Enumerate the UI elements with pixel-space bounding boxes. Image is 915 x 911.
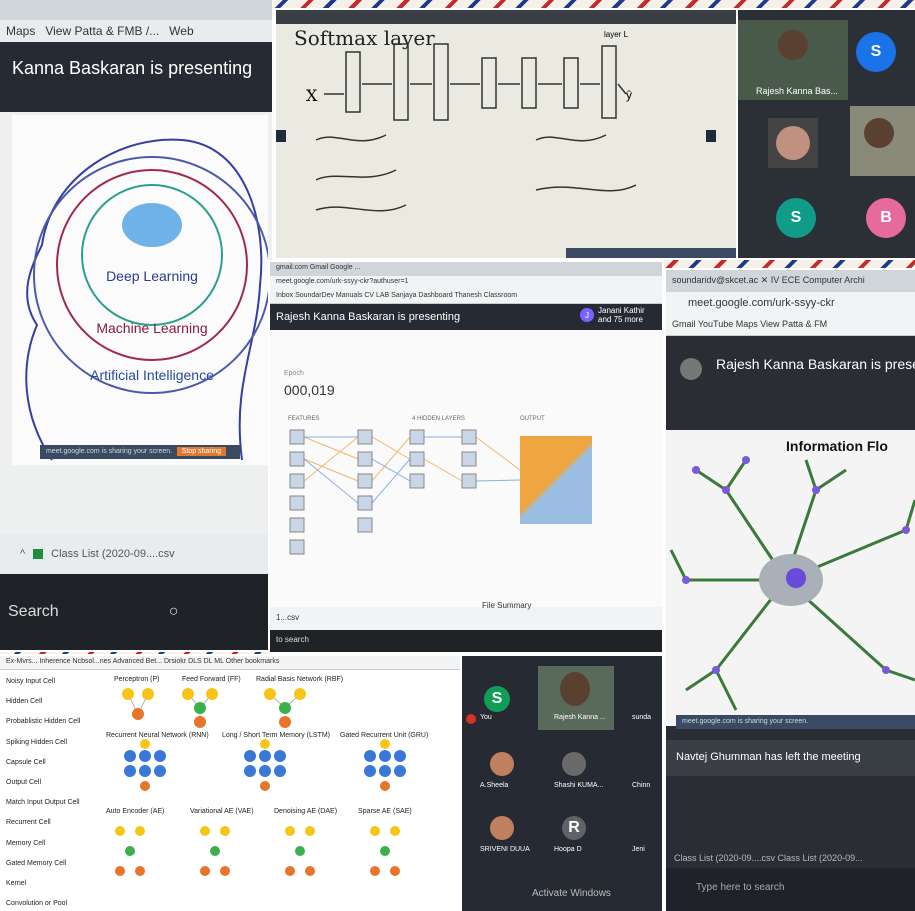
bookmark-maps[interactable]: Maps	[6, 24, 35, 38]
participants-count[interactable]: J Janani Kathir and 75 more	[580, 306, 658, 324]
taskbar-search[interactable]: Type here to search	[666, 868, 915, 911]
participant-name: Jeni	[632, 846, 645, 853]
avatar	[562, 752, 586, 776]
participant-face	[776, 126, 810, 160]
panel-participants: S You Rajesh Kanna ... sunda A.Sheela Sh…	[462, 656, 662, 911]
share-notice: meet.google.com is sharing your screen.	[676, 715, 915, 729]
label-deep-learning: Deep Learning	[106, 268, 198, 284]
download-item[interactable]: Class List (2020-09....csv	[51, 548, 175, 560]
download-item[interactable]: 1...csv	[276, 613, 299, 622]
bookmark-patta[interactable]: View Patta & FMB /...	[45, 24, 159, 38]
video-tile-3[interactable]	[850, 106, 915, 176]
presenting-banner: Kanna Baskaran is presenting	[0, 42, 272, 112]
panel-playground: gmail.com Gmail Google ... meet.google.c…	[270, 262, 662, 652]
participant-face	[560, 672, 590, 706]
participant-name: SRIVENI DUUA	[480, 846, 530, 853]
participant-name: Chinn	[632, 782, 651, 789]
label-machine-learning: Machine Learning	[96, 320, 207, 336]
browser-tabs[interactable]: gmail.com Gmail Google ...	[270, 262, 662, 276]
network-graph	[289, 429, 521, 555]
network-diagram	[276, 43, 716, 212]
avatar-hoopa[interactable]: R	[562, 816, 586, 840]
panel-video-tiles: Rajesh Kanna Bas... S S B	[738, 10, 915, 258]
file-icon	[33, 549, 44, 559]
browser-tabs[interactable]: soundaridv@skcet.ac ✕ IV ECE Computer Ar…	[666, 270, 915, 292]
activate-windows-watermark: Activate Windows	[532, 888, 611, 899]
bookmarks-bar: Gmail YouTube Maps View Patta & FM	[666, 314, 915, 336]
participant-name: Rajesh Kanna Bas...	[756, 86, 839, 96]
meeting-collage: Maps View Patta & FMB /... Web Kanna Bas…	[0, 0, 915, 911]
participant-name: Hoopa D	[554, 846, 582, 853]
participant-name: You	[480, 714, 492, 721]
download-bar[interactable]: Class List (2020-09....csv Class List (2…	[666, 850, 915, 868]
participant-name: A.Sheela	[480, 782, 509, 789]
video-tile-2[interactable]	[768, 118, 818, 168]
circle-icon[interactable]: ○	[169, 603, 179, 621]
slide-area: Deep Learning Machine Learning Artificia…	[12, 115, 268, 465]
neuron-illustration	[669, 456, 915, 711]
nn-diagrams	[115, 688, 406, 876]
participant-name: Rajesh Kanna ...	[554, 714, 606, 721]
avatar	[490, 816, 514, 840]
avatar	[680, 358, 702, 380]
avatar-s2[interactable]: S	[776, 198, 816, 238]
bookmarks-bar: Maps View Patta & FMB /... Web	[0, 20, 272, 42]
share-notice: meet.google.com is sharing your screen. …	[40, 445, 240, 459]
avatar-you[interactable]: S	[484, 686, 510, 712]
panel-softmax: Softmax layer layer L X ŷ	[276, 10, 736, 258]
panel-dl-slide: Maps View Patta & FMB /... Web Kanna Bas…	[0, 0, 272, 650]
participant-name: Shashi KUMA...	[554, 782, 604, 789]
avatar-s1[interactable]: S	[856, 32, 896, 72]
avatar-b[interactable]: B	[866, 198, 906, 238]
stop-sharing-button[interactable]: Stop sharing	[176, 447, 226, 456]
browser-tabbar	[0, 0, 272, 20]
status-bar	[566, 248, 736, 258]
download-bar: ^ Class List (2020-09....csv	[0, 534, 272, 574]
participant-name: sunda	[632, 714, 652, 721]
participant-face	[778, 30, 808, 60]
file-summary-tooltip: File Summary	[482, 601, 532, 610]
presenting-banner: Rajesh Kanna Baskaran is presenting J Ja…	[270, 304, 662, 330]
presenting-banner: Rajesh Kanna Baskaran is prese	[716, 356, 915, 372]
head-diagram: Deep Learning Machine Learning Artificia…	[25, 138, 268, 461]
left-meeting-toast: Navtej Ghumman has left the meeting	[666, 740, 915, 776]
video-tile-rajesh[interactable]: Rajesh Kanna Bas...	[738, 20, 848, 100]
download-bar: 1...csv File Summary	[270, 601, 662, 630]
avatar: J	[580, 308, 594, 322]
chevron-up-icon[interactable]: ^	[20, 548, 25, 560]
bookmark-web[interactable]: Web	[169, 24, 193, 38]
playground-view: Epoch 000,019 FEATURES 4 HIDDEN LAYERS O…	[270, 330, 662, 630]
bookmarks-bar: Inbox SoundarDev Manuals CV LAB Sanjaya …	[270, 290, 662, 304]
panel-neuron: soundaridv@skcet.ac ✕ IV ECE Computer Ar…	[666, 270, 915, 911]
taskbar-search[interactable]: Search ○	[0, 574, 272, 650]
participant-face	[864, 118, 894, 148]
label-ai: Artificial Intelligence	[90, 367, 214, 383]
taskbar-search[interactable]: to search	[270, 630, 662, 652]
panel-nn-zoo: Ex-Mvrs... Inherence Ncbsol...nes Advanc…	[0, 656, 462, 911]
slide-area: Information Flo	[666, 430, 915, 726]
avatar	[490, 752, 514, 776]
address-bar[interactable]: meet.google.com/urk-ssyy-ckr?authuser=1	[270, 276, 662, 290]
mic-off-icon	[466, 714, 476, 724]
address-bar[interactable]: meet.google.com/urk-ssyy-ckr	[666, 292, 915, 314]
output-heatmap	[520, 436, 592, 524]
